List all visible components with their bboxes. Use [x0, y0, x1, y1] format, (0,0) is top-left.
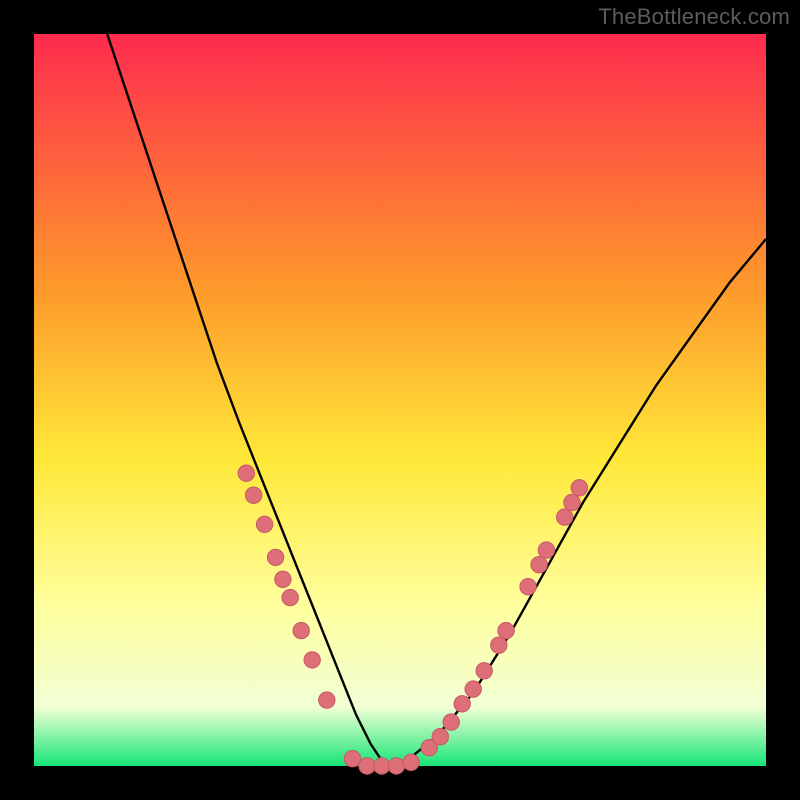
curve-marker	[465, 681, 481, 697]
curve-marker	[538, 542, 554, 558]
watermark-text: TheBottleneck.com	[598, 4, 790, 30]
curve-marker	[304, 652, 320, 668]
curve-marker	[443, 714, 459, 730]
curve-marker	[293, 622, 309, 638]
curve-marker	[571, 480, 587, 496]
curve-marker	[344, 751, 360, 767]
curve-marker	[491, 637, 507, 653]
bottleneck-chart	[0, 0, 800, 800]
curve-marker	[374, 758, 390, 774]
curve-marker	[454, 696, 470, 712]
curve-marker	[275, 571, 291, 587]
curve-marker	[476, 663, 492, 679]
curve-marker	[256, 516, 272, 532]
curve-marker	[282, 589, 298, 605]
curve-marker	[557, 509, 573, 525]
curve-marker	[319, 692, 335, 708]
curve-marker	[267, 549, 283, 565]
curve-marker	[531, 557, 547, 573]
curve-marker	[245, 487, 261, 503]
curve-marker	[564, 494, 580, 510]
curve-marker	[403, 754, 419, 770]
curve-marker	[498, 622, 514, 638]
curve-marker	[238, 465, 254, 481]
curve-marker	[432, 729, 448, 745]
curve-marker	[388, 758, 404, 774]
curve-marker	[359, 758, 375, 774]
chart-container: TheBottleneck.com	[0, 0, 800, 800]
curve-marker	[520, 579, 536, 595]
